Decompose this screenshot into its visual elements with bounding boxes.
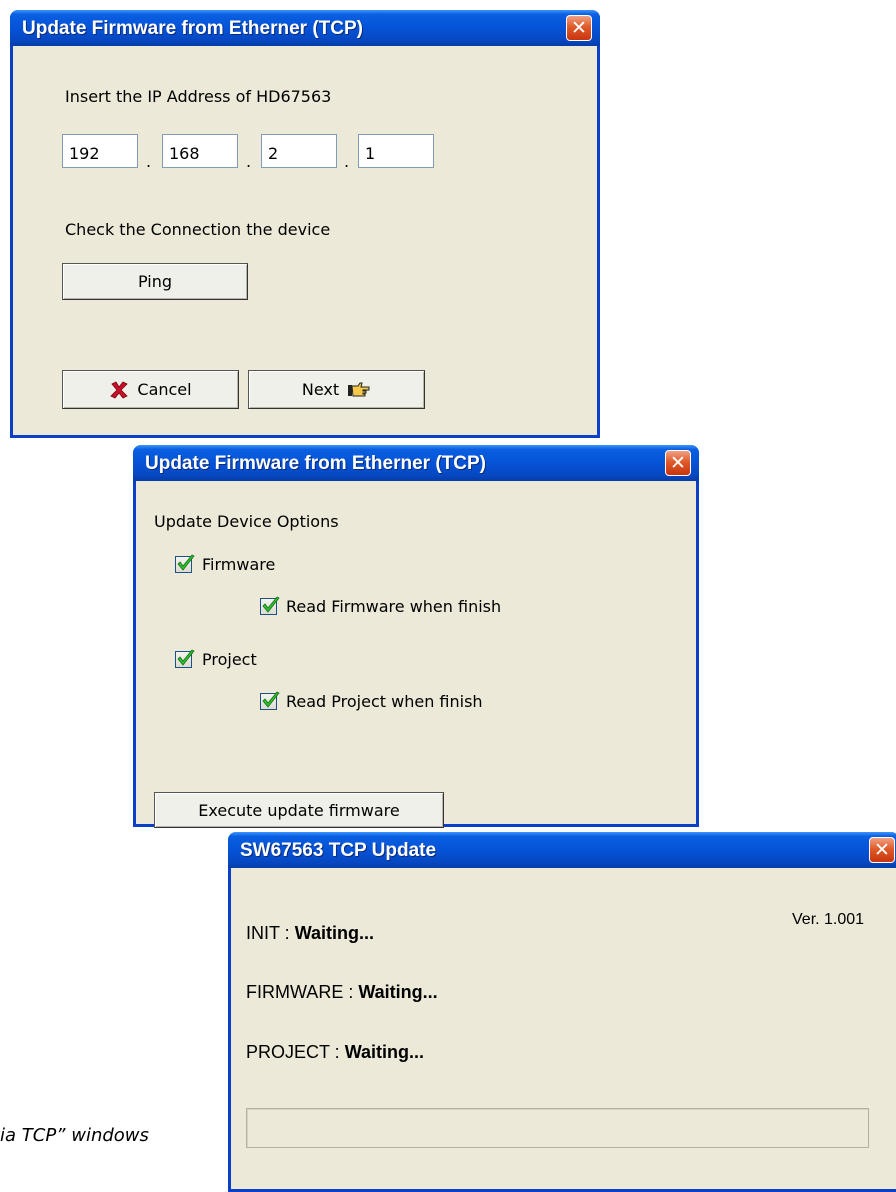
ip-separator: . <box>344 152 350 171</box>
project-status: Waiting... <box>344 1042 425 1062</box>
pointing-hand-icon <box>347 381 371 399</box>
window-title: SW67563 TCP Update <box>240 840 437 861</box>
close-button[interactable]: ✕ <box>665 450 691 476</box>
ip-octet-4-input[interactable] <box>358 134 434 168</box>
init-label: INIT : <box>246 923 295 943</box>
firmware-status: Waiting... <box>358 982 438 1002</box>
ip-separator: . <box>146 152 152 171</box>
check-icon <box>262 596 280 613</box>
ip-octet-2-input[interactable] <box>162 134 238 168</box>
firmware-status-row: FIRMWARE : Waiting... <box>246 982 438 1003</box>
firmware-checkbox-label[interactable]: Firmware <box>202 555 275 574</box>
firmware-checkbox[interactable] <box>175 554 195 573</box>
tcp-update-progress-window: SW67563 TCP Update ✕ Ver. 1.001 INIT : W… <box>228 832 896 1192</box>
execute-update-button[interactable]: Execute update firmware <box>154 792 444 828</box>
next-button[interactable]: Next <box>248 370 425 409</box>
update-options-dialog: Update Firmware from Etherner (TCP) ✕ Up… <box>133 445 699 828</box>
figure-caption: ia TCP” windows <box>0 1125 149 1146</box>
read-firmware-checkbox-label[interactable]: Read Firmware when finish <box>286 597 501 616</box>
ip-prompt-label: Insert the IP Address of HD67563 <box>65 87 332 106</box>
update-progress-bar <box>246 1108 869 1148</box>
window-title: Update Firmware from Etherner (TCP) <box>22 18 363 39</box>
read-firmware-checkbox[interactable] <box>260 596 280 615</box>
init-status: Waiting... <box>294 923 375 943</box>
check-icon <box>177 554 195 571</box>
ping-button[interactable]: Ping <box>62 263 248 300</box>
check-icon <box>262 691 280 708</box>
close-button[interactable]: ✕ <box>566 15 592 41</box>
cancel-button[interactable]: Cancel <box>62 370 239 409</box>
ip-separator: . <box>246 152 252 171</box>
update-options-label: Update Device Options <box>154 512 339 531</box>
close-button[interactable]: ✕ <box>869 837 895 863</box>
check-icon <box>177 649 195 666</box>
project-checkbox[interactable] <box>175 649 195 668</box>
title-bar[interactable]: Update Firmware from Etherner (TCP) ✕ <box>133 445 699 481</box>
next-button-label: Next <box>301 380 340 399</box>
window-title: Update Firmware from Etherner (TCP) <box>145 453 486 474</box>
ping-button-label: Ping <box>137 272 173 291</box>
read-project-checkbox-label[interactable]: Read Project when finish <box>286 692 483 711</box>
title-bar[interactable]: SW67563 TCP Update ✕ <box>228 832 896 868</box>
read-project-checkbox[interactable] <box>260 691 280 710</box>
project-label: PROJECT : <box>246 1042 345 1062</box>
red-x-icon <box>109 380 129 400</box>
project-status-row: PROJECT : Waiting... <box>246 1042 424 1063</box>
project-checkbox-label[interactable]: Project <box>202 650 257 669</box>
execute-update-button-label: Execute update firmware <box>198 800 400 820</box>
check-connection-label: Check the Connection the device <box>65 220 331 239</box>
cancel-button-label: Cancel <box>137 380 192 399</box>
version-label: Ver. 1.001 <box>792 911 865 928</box>
firmware-label: FIRMWARE : <box>246 982 359 1002</box>
title-bar[interactable]: Update Firmware from Etherner (TCP) ✕ <box>10 10 600 46</box>
ip-octet-1-input[interactable] <box>62 134 138 168</box>
init-status-row: INIT : Waiting... <box>246 923 374 944</box>
ip-octet-3-input[interactable] <box>261 134 337 168</box>
ip-address-dialog: Update Firmware from Etherner (TCP) ✕ In… <box>10 10 600 438</box>
